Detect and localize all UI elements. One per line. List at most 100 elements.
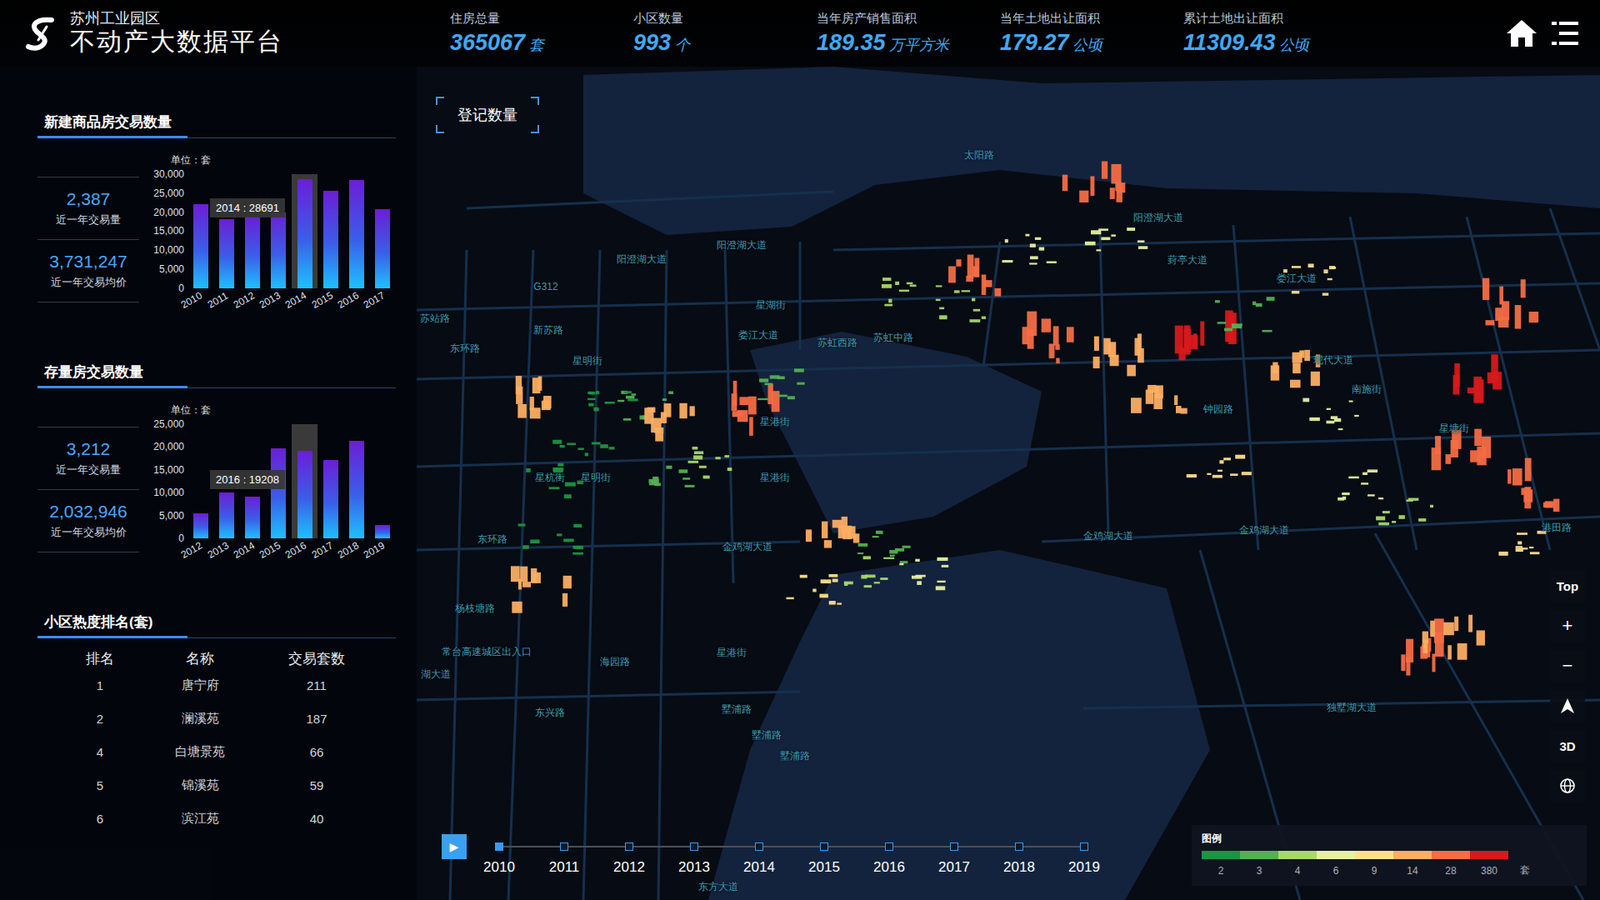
building[interactable]: [1090, 230, 1101, 235]
building[interactable]: [1093, 356, 1100, 369]
building[interactable]: [1095, 249, 1101, 251]
building[interactable]: [1378, 522, 1390, 526]
building[interactable]: [556, 533, 562, 536]
building[interactable]: [585, 452, 589, 456]
building[interactable]: [899, 563, 904, 565]
building[interactable]: [1262, 330, 1273, 333]
building[interactable]: [1030, 255, 1039, 260]
building[interactable]: [1520, 279, 1526, 298]
building[interactable]: [650, 418, 662, 433]
building[interactable]: [1138, 245, 1148, 250]
building[interactable]: [1481, 436, 1491, 459]
building[interactable]: [1515, 545, 1523, 548]
building[interactable]: [1046, 260, 1057, 263]
top-view-button[interactable]: Top: [1550, 569, 1585, 603]
timeline-year[interactable]: 2014: [726, 835, 792, 876]
building[interactable]: [1116, 187, 1123, 203]
building[interactable]: [1543, 502, 1553, 508]
building[interactable]: [1445, 454, 1451, 465]
building[interactable]: [652, 476, 659, 480]
building[interactable]: [1241, 471, 1252, 475]
building[interactable]: [624, 390, 632, 394]
building[interactable]: [731, 393, 738, 411]
building[interactable]: [883, 557, 895, 560]
building[interactable]: [805, 529, 812, 542]
building[interactable]: [981, 316, 986, 320]
bar[interactable]: [349, 440, 365, 539]
building[interactable]: [882, 277, 891, 281]
building[interactable]: [520, 566, 528, 582]
building[interactable]: [1331, 266, 1336, 270]
building[interactable]: [1468, 615, 1473, 633]
building[interactable]: [983, 280, 993, 288]
timeline-year[interactable]: 2012: [596, 835, 662, 876]
building[interactable]: [954, 290, 960, 293]
building[interactable]: [1400, 654, 1405, 671]
building[interactable]: [765, 383, 773, 386]
building[interactable]: [860, 575, 867, 580]
building[interactable]: [935, 285, 943, 287]
building[interactable]: [1035, 237, 1041, 240]
building[interactable]: [777, 375, 785, 380]
view-mode-button[interactable]: 3D: [1550, 729, 1585, 763]
building[interactable]: [727, 467, 733, 471]
building[interactable]: [1217, 321, 1227, 325]
building[interactable]: [1485, 320, 1495, 325]
building[interactable]: [511, 601, 522, 614]
building[interactable]: [900, 560, 909, 564]
building[interactable]: [1055, 358, 1060, 365]
building[interactable]: [872, 535, 880, 538]
building[interactable]: [1027, 329, 1035, 350]
building[interactable]: [787, 395, 795, 400]
building[interactable]: [1291, 290, 1300, 294]
building[interactable]: [532, 377, 541, 394]
building[interactable]: [525, 468, 531, 473]
building[interactable]: [1391, 520, 1396, 524]
building[interactable]: [1378, 497, 1384, 500]
menu-icon[interactable]: [1550, 19, 1580, 48]
building[interactable]: [564, 494, 572, 499]
timeline-year[interactable]: 2018: [986, 835, 1052, 876]
table-row[interactable]: 2澜溪苑187: [37, 701, 396, 735]
building[interactable]: [572, 552, 584, 555]
building[interactable]: [566, 442, 576, 445]
building[interactable]: [1079, 190, 1089, 203]
building[interactable]: [664, 403, 672, 418]
home-icon[interactable]: [1505, 17, 1539, 50]
building[interactable]: [1231, 325, 1242, 329]
building[interactable]: [699, 465, 707, 469]
building[interactable]: [1215, 300, 1220, 303]
building[interactable]: [1001, 260, 1013, 263]
building[interactable]: [1110, 234, 1116, 237]
building[interactable]: [627, 398, 638, 401]
building[interactable]: [824, 540, 832, 548]
building[interactable]: [1342, 496, 1346, 500]
bar[interactable]: [375, 525, 390, 539]
building[interactable]: [665, 465, 672, 470]
building[interactable]: [560, 445, 565, 448]
building[interactable]: [820, 579, 832, 584]
globe-button[interactable]: [1550, 769, 1585, 803]
building[interactable]: [884, 304, 893, 307]
building[interactable]: [1290, 380, 1301, 389]
building[interactable]: [1435, 632, 1445, 657]
building[interactable]: [853, 533, 860, 543]
bar[interactable]: [245, 216, 260, 289]
zoom-in-button[interactable]: +: [1550, 609, 1585, 643]
building[interactable]: [1299, 350, 1305, 358]
building[interactable]: [682, 477, 690, 480]
building[interactable]: [888, 299, 892, 304]
building[interactable]: [1041, 318, 1051, 332]
timeline-year[interactable]: 2019: [1051, 835, 1117, 876]
building[interactable]: [518, 523, 526, 526]
building[interactable]: [1110, 164, 1121, 185]
building[interactable]: [890, 555, 895, 557]
building[interactable]: [899, 290, 910, 292]
building[interactable]: [515, 375, 522, 395]
building[interactable]: [1126, 227, 1135, 231]
building[interactable]: [1308, 263, 1315, 268]
building[interactable]: [662, 398, 667, 401]
building[interactable]: [1310, 371, 1320, 386]
building[interactable]: [1515, 305, 1522, 330]
building[interactable]: [935, 299, 941, 301]
